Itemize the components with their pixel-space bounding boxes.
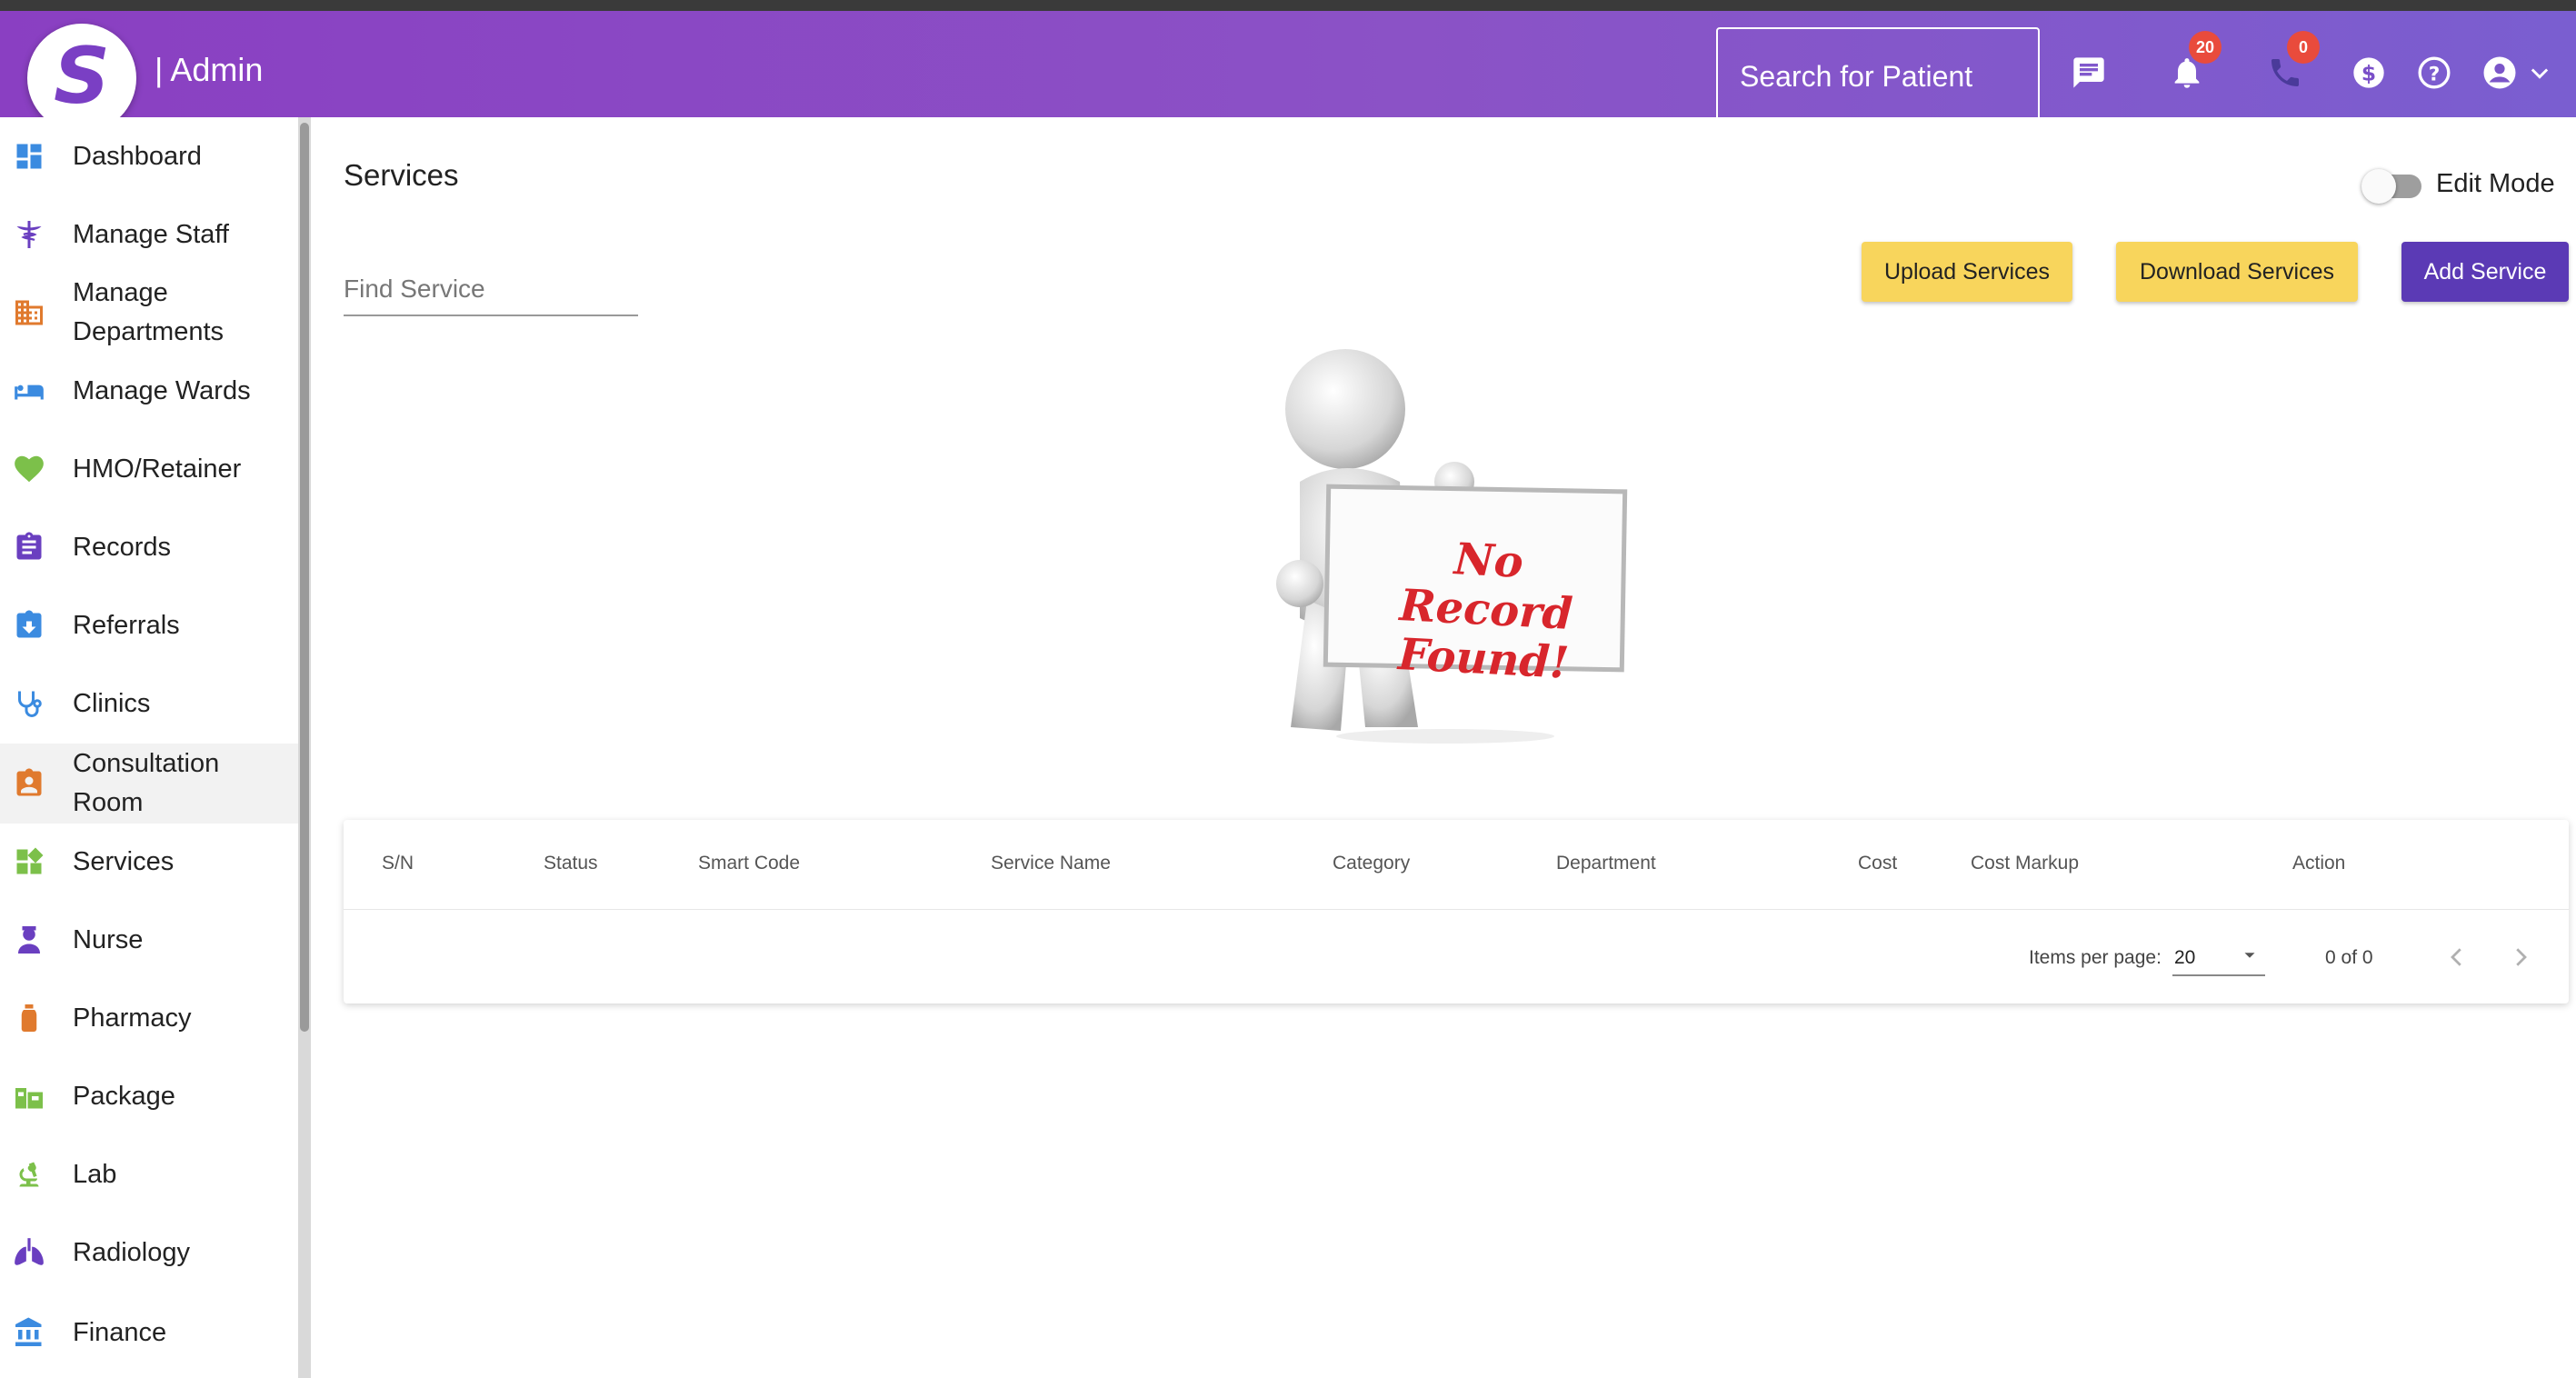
sidebar-item-lab[interactable]: Lab [0, 1154, 298, 1194]
bank-icon [11, 1314, 47, 1351]
services-icon [11, 844, 47, 880]
contact-card-icon [11, 765, 47, 802]
no-record-illustration: No Record Found! [1263, 345, 1645, 745]
sidebar-item-label: Clinics [73, 688, 151, 718]
table-divider [344, 909, 2569, 910]
pagination-range: 0 of 0 [2325, 947, 2373, 968]
items-per-page-value: 20 [2174, 947, 2196, 968]
building-icon [11, 295, 47, 331]
sidebar-item-nurse[interactable]: Nurse [0, 920, 298, 960]
sidebar-item-hmo-retainer[interactable]: HMO/Retainer [0, 449, 298, 489]
sidebar-item-label: Finance [73, 1317, 167, 1347]
sidebar-item-label: Lab [73, 1159, 117, 1189]
sidebar-scrollbar-thumb[interactable] [300, 123, 309, 1032]
column-header-department[interactable]: Department [1556, 853, 1656, 874]
sidebar-item-label: Referrals [73, 610, 180, 640]
patient-search-input[interactable]: Search for Patient [1716, 27, 2040, 125]
help-icon[interactable]: ? [2414, 53, 2454, 93]
sidebar-item-referrals[interactable]: Referrals [0, 605, 298, 645]
svg-text:?: ? [2429, 63, 2441, 85]
previous-page-icon[interactable] [2441, 942, 2472, 973]
column-header-action: Action [2292, 853, 2346, 874]
account-icon[interactable] [2480, 53, 2520, 93]
sidebar-item-label: Manage Departments [73, 278, 225, 346]
sidebar-item-consultation-room[interactable]: Consultation Room [0, 744, 298, 824]
dashboard-icon [11, 138, 47, 175]
sidebar-item-label: Manage Staff [73, 219, 229, 249]
referral-icon [11, 607, 47, 644]
sidebar-item-label: Dashboard [73, 141, 202, 171]
sidebar-item-label: Package [73, 1081, 175, 1111]
sidebar-item-label: Pharmacy [73, 1003, 192, 1033]
column-header-smart-code[interactable]: Smart Code [698, 853, 800, 874]
app-title: | Admin [155, 51, 264, 88]
items-per-page-label: Items per page: [2029, 947, 2162, 968]
sidebar-item-label: Radiology [73, 1237, 190, 1267]
svg-text:$: $ [2361, 60, 2376, 85]
column-header-sn[interactable]: S/N [382, 853, 414, 874]
bed-icon [11, 373, 47, 409]
page-title: Services [344, 158, 459, 192]
find-service-input[interactable]: Find Service [344, 269, 638, 316]
sidebar-item-package[interactable]: Package [0, 1076, 298, 1116]
window-top-strip [0, 0, 2576, 11]
sidebar-item-pharmacy[interactable]: Pharmacy [0, 998, 298, 1038]
next-page-icon[interactable] [2505, 942, 2536, 973]
package-icon [11, 1078, 47, 1114]
items-per-page-select[interactable]: 20 [2172, 942, 2265, 976]
sidebar-item-finance[interactable]: Finance [0, 1313, 298, 1353]
sidebar-item-label: Services [73, 846, 175, 876]
chat-icon[interactable] [2069, 53, 2109, 93]
stethoscope-icon [11, 685, 47, 722]
column-header-service-name[interactable]: Service Name [991, 853, 1111, 874]
sidebar-item-label: Manage Wards [73, 375, 251, 405]
edit-mode-label: Edit Mode [2436, 169, 2555, 198]
download-services-button[interactable]: Download Services [2116, 242, 2358, 302]
sidebar-item-records[interactable]: Records [0, 527, 298, 567]
sidebar-item-radiology[interactable]: Radiology [0, 1233, 298, 1273]
caduceus-icon [11, 216, 47, 253]
upload-services-button[interactable]: Upload Services [1862, 242, 2072, 302]
column-header-cost[interactable]: Cost [1858, 853, 1897, 874]
clipboard-icon [11, 529, 47, 565]
edit-mode-toggle-knob[interactable] [2361, 169, 2396, 204]
sidebar-item-services[interactable]: Services [0, 842, 298, 882]
calls-badge: 0 [2287, 31, 2320, 64]
bottle-icon [11, 1000, 47, 1036]
app-header: S | Admin Search for Patient 20 0 $ ? [0, 11, 2576, 133]
chevron-down-icon[interactable] [2520, 53, 2560, 93]
column-header-category[interactable]: Category [1333, 853, 1410, 874]
notifications-badge: 20 [2189, 31, 2222, 64]
sidebar-item-label: Records [73, 532, 171, 562]
column-header-cost-markup[interactable]: Cost Markup [1971, 853, 2079, 874]
empty-state-line1: No Record [1398, 534, 1574, 640]
app-logo[interactable]: S [27, 24, 136, 133]
sidebar-item-manage-staff[interactable]: Manage Staff [0, 215, 298, 255]
add-service-button[interactable]: Add Service [2401, 242, 2569, 302]
sidebar-item-clinics[interactable]: Clinics [0, 684, 298, 724]
sidebar-item-label: Consultation Room [73, 749, 220, 817]
logo-letter: S [54, 31, 110, 122]
sidebar-item-manage-departments[interactable]: Manage Departments [0, 273, 298, 353]
microscope-icon [11, 1156, 47, 1193]
dropdown-arrow-icon [2240, 945, 2260, 971]
billing-dollar-icon[interactable]: $ [2349, 53, 2389, 93]
nurse-icon [11, 922, 47, 958]
sidebar-item-label: Nurse [73, 924, 144, 954]
sidebar-item-dashboard[interactable]: Dashboard [0, 136, 298, 176]
sidebar-item-label: HMO/Retainer [73, 454, 242, 484]
sidebar-item-manage-wards[interactable]: Manage Wards [0, 371, 298, 411]
hand-heart-icon [11, 451, 47, 487]
lungs-icon [11, 1234, 47, 1271]
column-header-status[interactable]: Status [544, 853, 598, 874]
